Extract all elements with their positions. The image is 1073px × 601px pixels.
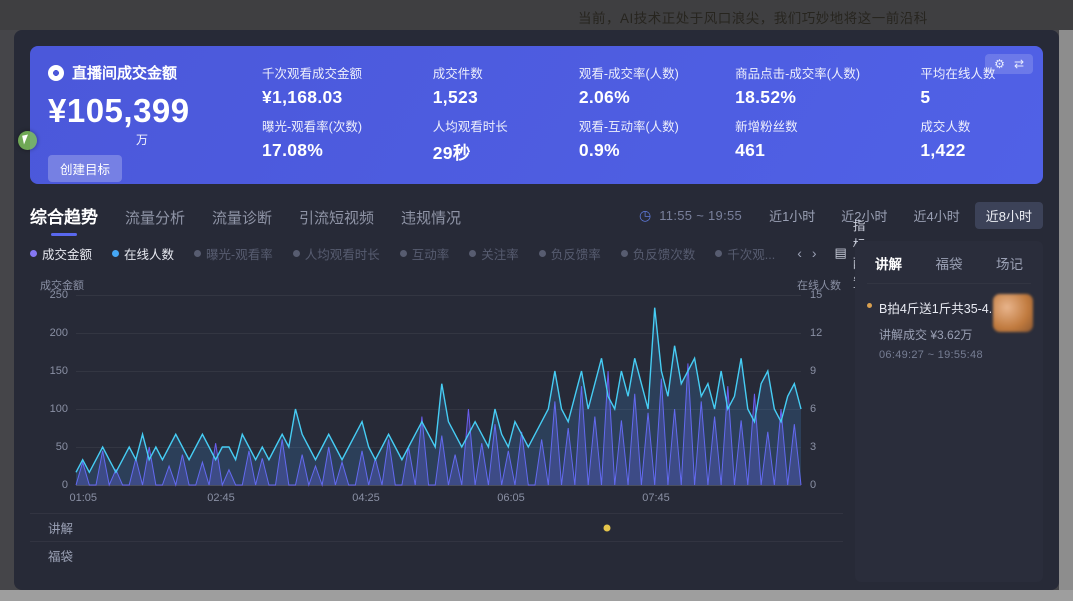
- right-tick: 12: [810, 327, 822, 339]
- create-goal-button[interactable]: 创建目标: [48, 155, 122, 182]
- time-button-4h[interactable]: 近4小时: [903, 202, 971, 229]
- trend-chart[interactable]: 成交金额 在线人数 250 200 150 100 50 0 15 1: [30, 275, 843, 513]
- metric-cell: 千次观看成交金额¥1,168.03: [262, 63, 425, 116]
- metric-cell: 成交人数1,422: [920, 116, 1025, 169]
- chart-series-svg: [76, 295, 801, 485]
- tab-traffic-diagnosis[interactable]: 流量诊断: [212, 207, 272, 228]
- side-tab-lucky-bag[interactable]: 福袋: [936, 253, 963, 273]
- tab-violations[interactable]: 违规情况: [401, 207, 461, 228]
- explain-event-dot[interactable]: [604, 524, 611, 531]
- legend-dot: [715, 250, 722, 257]
- left-tick: 150: [50, 365, 68, 377]
- legend-dot: [539, 250, 546, 257]
- lane-explain[interactable]: 讲解: [30, 513, 843, 541]
- time-button-1h[interactable]: 近1小时: [758, 202, 826, 229]
- left-tick: 200: [50, 327, 68, 339]
- item-bullet-dot: [867, 303, 872, 308]
- x-axis-line: [76, 485, 801, 486]
- legend-dot: [621, 250, 628, 257]
- side-tab-explain[interactable]: 讲解: [875, 253, 902, 273]
- background-note-text: 当前，AI技术正处于风口浪尖，我们巧妙地将这一前沿科: [578, 7, 928, 27]
- trend-column: 成交金额 在线人数 曝光-观看率 人均观看时长 互动率 关注率 负反馈率 负反馈…: [30, 241, 843, 582]
- legend-dot: [194, 250, 201, 257]
- x-tick: 04:25: [352, 492, 380, 504]
- x-tick: 02:45: [207, 492, 235, 504]
- legend-dot: [293, 250, 300, 257]
- time-button-8h[interactable]: 近8小时: [975, 202, 1043, 229]
- left-tick: 250: [50, 289, 68, 301]
- legend-negative-count[interactable]: 负反馈次数: [621, 244, 696, 263]
- page-right-margin: [1059, 30, 1073, 601]
- legend-dot: [400, 250, 407, 257]
- clock-icon: ◷: [639, 207, 651, 224]
- online-series-fill: [76, 308, 801, 485]
- explain-side-panel: 讲解 福袋 场记 B拍4斤送1斤共35-4... 讲解成交 ¥3.62万 06:…: [855, 241, 1043, 582]
- legend-exposure-view[interactable]: 曝光-观看率: [194, 244, 273, 263]
- x-tick: 07:45: [642, 492, 670, 504]
- page-bottom-margin: [0, 590, 1073, 601]
- legend-pager: ‹ ›: [797, 245, 816, 261]
- metric-cell: 新增粉丝数461: [735, 116, 912, 169]
- metric-cell: 观看-成交率(人数)2.06%: [579, 63, 727, 116]
- left-tick: 50: [56, 441, 68, 453]
- config-grid-icon: ▤: [835, 245, 847, 261]
- kpi-metrics-grid: 千次观看成交金额¥1,168.03 成交件数1,523 观看-成交率(人数)2.…: [246, 59, 1025, 171]
- legend-next-icon[interactable]: ›: [812, 245, 817, 261]
- gear-icon[interactable]: ⚙: [994, 57, 1005, 71]
- legend-online[interactable]: 在线人数: [112, 244, 174, 263]
- mouse-cursor: [18, 131, 37, 150]
- gmv-title: 直播间成交金额: [72, 62, 177, 83]
- time-range-text: 11:55 ~ 19:55: [659, 208, 742, 223]
- product-title: B拍4斤送1斤共35-4...: [879, 298, 991, 317]
- product-thumbnail: [993, 294, 1033, 332]
- tab-traffic-analysis[interactable]: 流量分析: [125, 207, 185, 228]
- kpi-banner: 直播间成交金额 ¥105,399 万 创建目标 千次观看成交金额¥1,168.0…: [30, 46, 1043, 184]
- legend-avg-watch[interactable]: 人均观看时长: [293, 244, 380, 263]
- tab-short-video[interactable]: 引流短视频: [299, 207, 374, 228]
- explain-list-item[interactable]: B拍4斤送1斤共35-4... 讲解成交 ¥3.62万 06:49:27 ~ 1…: [867, 298, 1031, 361]
- x-tick: 06:05: [497, 492, 525, 504]
- metric-cell: 成交件数1,523: [433, 63, 571, 116]
- legend-gmv[interactable]: 成交金额: [30, 244, 92, 263]
- legend-interaction[interactable]: 互动率: [400, 244, 450, 263]
- left-tick: 0: [62, 479, 68, 491]
- metric-legend-row: 成交金额 在线人数 曝光-观看率 人均观看时长 互动率 关注率 负反馈率 负反馈…: [30, 241, 843, 265]
- section-tabs: 综合趋势 流量分析 流量诊断 引流短视频 违规情况: [30, 203, 461, 228]
- side-panel-tabs: 讲解 福袋 场记: [867, 253, 1031, 284]
- legend-negative-rate[interactable]: 负反馈率: [539, 244, 601, 263]
- chart-plot-area[interactable]: 250 200 150 100 50 0 15 12 9 6 3 0 01:05…: [76, 295, 801, 485]
- gmv-summary: 直播间成交金额 ¥105,399 万 创建目标: [48, 59, 246, 171]
- banner-toolbar: ⚙ ⇄: [985, 54, 1033, 74]
- legend-per-mille[interactable]: 千次观...: [715, 244, 775, 263]
- gmv-value: ¥105,399: [48, 92, 246, 130]
- left-tick: 100: [50, 403, 68, 415]
- lane-lucky-bag[interactable]: 福袋: [30, 541, 843, 569]
- right-tick: 9: [810, 365, 816, 377]
- legend-dot: [30, 250, 37, 257]
- target-icon: [48, 65, 64, 81]
- right-tick: 3: [810, 441, 816, 453]
- metric-cell: 观看-互动率(人数)0.9%: [579, 116, 727, 169]
- browser-top-strip: 当前，AI技术正处于风口浪尖，我们巧妙地将这一前沿科: [0, 0, 1073, 30]
- legend-dot: [469, 250, 476, 257]
- x-tick: 01:05: [69, 492, 97, 504]
- tab-overall-trend[interactable]: 综合趋势: [30, 203, 98, 228]
- side-tab-log[interactable]: 场记: [996, 253, 1023, 273]
- metric-cell: 商品点击-成交率(人数)18.52%: [735, 63, 912, 116]
- legend-dot: [112, 250, 119, 257]
- right-tick: 6: [810, 403, 816, 415]
- lower-content: 成交金额 在线人数 曝光-观看率 人均观看时长 互动率 关注率 负反馈率 负反馈…: [30, 241, 1043, 582]
- metric-cell: 曝光-观看率(次数)17.08%: [262, 116, 425, 169]
- metric-cell: 人均观看时长29秒: [433, 116, 571, 169]
- swap-icon[interactable]: ⇄: [1014, 57, 1024, 71]
- gmv-unit: 万: [136, 131, 246, 148]
- legend-prev-icon[interactable]: ‹: [797, 245, 802, 261]
- right-tick: 15: [810, 289, 822, 301]
- right-tick: 0: [810, 479, 816, 491]
- explain-time-range: 06:49:27 ~ 19:55:48: [879, 349, 1031, 361]
- section-header-row: 综合趋势 流量分析 流量诊断 引流短视频 违规情况 ◷ 11:55 ~ 19:5…: [30, 199, 1043, 231]
- live-dashboard-panel: 直播间成交金额 ¥105,399 万 创建目标 千次观看成交金额¥1,168.0…: [14, 30, 1059, 590]
- legend-follow[interactable]: 关注率: [469, 244, 519, 263]
